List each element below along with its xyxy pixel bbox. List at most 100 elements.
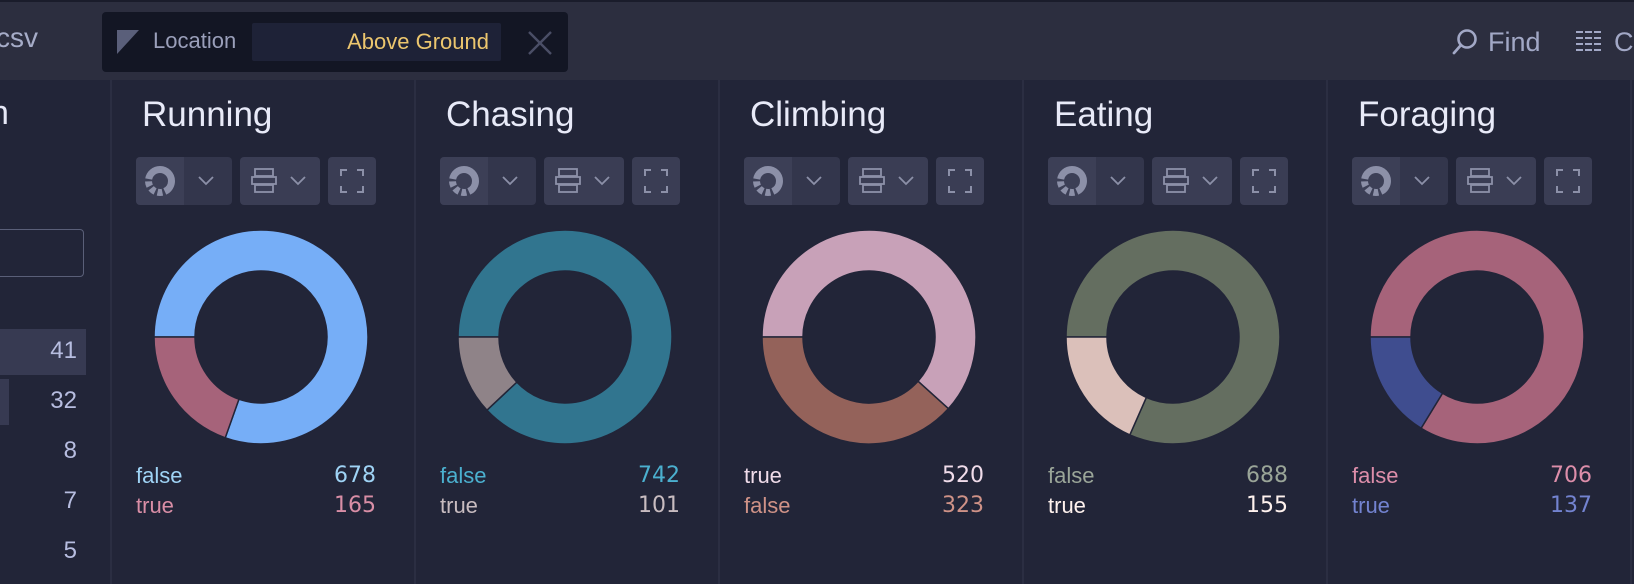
layout-rows-icon [555, 168, 581, 193]
expand-button[interactable] [1240, 157, 1288, 205]
file-name-fragment[interactable]: csv [0, 22, 38, 54]
chevron-down-icon [1414, 176, 1430, 186]
columns-button[interactable]: C [1576, 22, 1634, 62]
list-item[interactable]: 41 [0, 329, 86, 375]
layout-rows-icon [859, 168, 885, 193]
layout-rows-icon [251, 168, 277, 193]
close-icon[interactable] [527, 30, 553, 56]
column-title: Running [142, 95, 273, 134]
legend-value: 742 [638, 463, 680, 488]
chart-type-icon-area[interactable] [1352, 157, 1400, 205]
legend-label: true [1352, 493, 1390, 518]
chart-legend: false 678 true 165 [136, 463, 376, 523]
chart-type-dropdown[interactable] [744, 157, 840, 205]
chevron-down-icon [290, 176, 306, 186]
legend-item-false[interactable]: false 678 [136, 463, 376, 493]
chart-legend: true 520 false 323 [744, 463, 984, 523]
top-toolbar: csv Location Above Ground Find C [0, 0, 1634, 80]
previous-column-panel: n 41 32 8 7 5 [0, 80, 110, 584]
column-title: Chasing [446, 95, 575, 134]
chevron-down-icon [502, 176, 518, 186]
column-title: Foraging [1358, 95, 1497, 134]
chart-type-dropdown[interactable] [1048, 157, 1144, 205]
expand-button[interactable] [1544, 157, 1592, 205]
legend-item-true[interactable]: true 155 [1048, 493, 1288, 523]
legend-label: true [440, 493, 478, 518]
layout-rows-icon [1163, 168, 1189, 193]
column-search-input[interactable] [0, 229, 84, 277]
count-value: 7 [63, 487, 77, 514]
chevron-down-icon [898, 176, 914, 186]
donut-chart [457, 229, 673, 445]
count-value: 5 [63, 537, 77, 564]
legend-label: true [1048, 493, 1086, 518]
expand-button[interactable] [328, 157, 376, 205]
donut-chart-icon [753, 166, 783, 196]
legend-value: 688 [1246, 463, 1288, 488]
legend-item-false[interactable]: false 323 [744, 493, 984, 523]
expand-icon [1556, 169, 1580, 193]
layout-dropdown[interactable] [240, 157, 320, 205]
legend-label: true [136, 493, 174, 518]
donut-chart [761, 229, 977, 445]
legend-item-false[interactable]: false 742 [440, 463, 680, 493]
filter-chip[interactable]: Location Above Ground [102, 12, 568, 72]
legend-value: 155 [1246, 493, 1288, 518]
legend-item-false[interactable]: false 706 [1352, 463, 1592, 493]
legend-item-true[interactable]: true 520 [744, 463, 984, 493]
list-item[interactable]: 8 [0, 429, 86, 475]
legend-item-true[interactable]: true 101 [440, 493, 680, 523]
legend-label: false [136, 463, 183, 488]
column-title: n [0, 94, 9, 133]
list-item[interactable]: 5 [0, 529, 86, 575]
chart-type-dropdown[interactable] [1352, 157, 1448, 205]
donut-chart-icon [145, 166, 175, 196]
chevron-down-icon [594, 176, 610, 186]
legend-value: 165 [334, 493, 376, 518]
legend-value: 137 [1550, 493, 1592, 518]
chart-type-icon-area[interactable] [440, 157, 488, 205]
find-button[interactable]: Find [1452, 22, 1541, 62]
list-item[interactable]: 32 [0, 379, 86, 425]
column-title: Climbing [750, 95, 887, 134]
expand-button[interactable] [936, 157, 984, 205]
count-value: 32 [50, 387, 77, 414]
donut-chart-icon [449, 166, 479, 196]
column-panel-chasing: Chasing false 742 true 101 [415, 80, 718, 584]
donut-chart-icon [1361, 166, 1391, 196]
list-item[interactable]: 7 [0, 479, 86, 525]
count-bar [0, 379, 9, 425]
layout-dropdown[interactable] [1456, 157, 1536, 205]
column-panel-foraging: Foraging false 706 true 137 [1327, 80, 1630, 584]
legend-label: false [1048, 463, 1095, 488]
legend-item-false[interactable]: false 688 [1048, 463, 1288, 493]
layout-dropdown[interactable] [1152, 157, 1232, 205]
chart-type-dropdown[interactable] [136, 157, 232, 205]
chart-type-icon-area[interactable] [136, 157, 184, 205]
column-divider[interactable] [1630, 80, 1632, 584]
legend-value: 101 [638, 493, 680, 518]
donut-slice-true[interactable] [153, 336, 240, 439]
donut-slice-true[interactable] [1065, 336, 1148, 436]
donut-chart [153, 229, 369, 445]
legend-value: 323 [942, 493, 984, 518]
layout-dropdown[interactable] [848, 157, 928, 205]
layout-dropdown[interactable] [544, 157, 624, 205]
expand-icon [340, 169, 364, 193]
chart-legend: false 688 true 155 [1048, 463, 1288, 523]
column-panel-running: Running false 678 true 165 [111, 80, 414, 584]
legend-item-true[interactable]: true 165 [136, 493, 376, 523]
chart-type-icon-area[interactable] [744, 157, 792, 205]
chart-type-icon-area[interactable] [1048, 157, 1096, 205]
donut-chart [1065, 229, 1281, 445]
count-value: 8 [63, 437, 77, 464]
donut-slice-false[interactable] [761, 336, 950, 445]
chart-type-dropdown[interactable] [440, 157, 536, 205]
legend-item-true[interactable]: true 137 [1352, 493, 1592, 523]
columns-grid-icon [1576, 31, 1601, 51]
expand-button[interactable] [632, 157, 680, 205]
filter-value[interactable]: Above Ground [252, 23, 501, 61]
column-title: Eating [1054, 95, 1154, 134]
donut-chart [1369, 229, 1585, 445]
column-panel-climbing: Climbing true 520 false 323 [719, 80, 1022, 584]
